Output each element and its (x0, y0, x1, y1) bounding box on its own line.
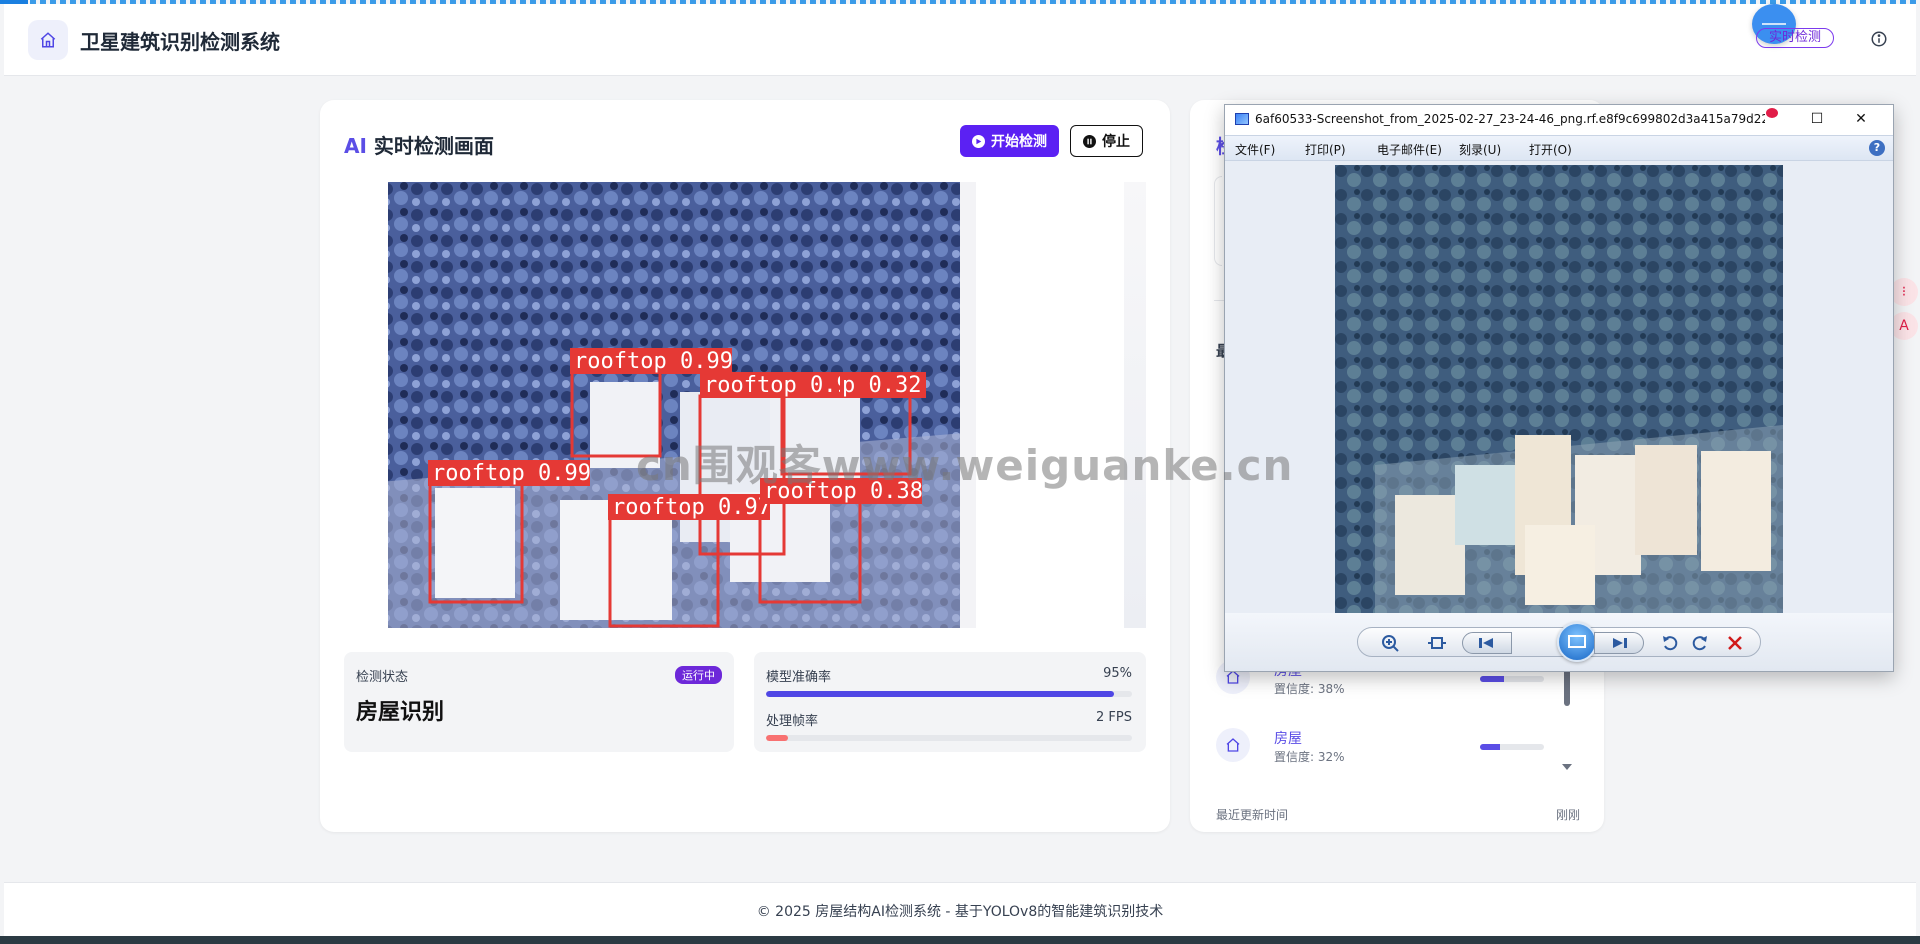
detection-confidence: 置信度: 32% (1274, 750, 1345, 764)
metric-fps: 处理帧率 2 FPS (766, 710, 1132, 741)
fps-bar-fill (766, 735, 788, 741)
bbox-label: rooftop 0.99 (432, 461, 591, 486)
accuracy-bar (766, 691, 1132, 697)
bbox-label: rooftop 0.97 (612, 495, 771, 520)
scroll-down-arrow-icon[interactable] (1562, 764, 1572, 770)
detection-confidence: 置信度: 38% (1274, 682, 1345, 696)
viewer-image (1335, 165, 1783, 613)
metric-value: 2 FPS (1096, 710, 1132, 725)
help-icon[interactable]: ? (1869, 140, 1885, 156)
pause-icon (1083, 134, 1096, 148)
bbox-label: rooftop 0.93 (704, 373, 863, 398)
status-badge: 运行中 (675, 666, 722, 684)
side-tool-icon[interactable]: ⁝ (1890, 278, 1918, 306)
menu-email[interactable]: 电子邮件(E) (1377, 141, 1442, 158)
start-detection-label: 开始检测 (991, 134, 1047, 150)
bbox-label: rooftop 0.99 (574, 349, 733, 374)
next-button[interactable] (1594, 632, 1644, 654)
home-icon (40, 32, 56, 48)
play-icon (972, 134, 985, 148)
last-updated-value: 刚刚 (1555, 808, 1580, 822)
menu-open[interactable]: 打开(O) (1529, 141, 1572, 158)
confidence-bar-fill (1480, 676, 1505, 682)
viewer-controls (1357, 622, 1761, 662)
status-label: 检测状态 (356, 670, 409, 685)
fps-bar (766, 735, 1132, 741)
metric-value: 95% (1103, 666, 1132, 681)
house-icon (1216, 728, 1250, 762)
side-tool-translate-icon[interactable]: A (1890, 312, 1918, 340)
accuracy-bar-fill (766, 691, 1114, 697)
stop-detection-button[interactable]: 停止 (1070, 125, 1143, 157)
metric-name: 处理帧率 (766, 714, 819, 729)
confidence-bar (1480, 744, 1544, 750)
menu-print[interactable]: 打印(P) (1305, 141, 1346, 158)
next-icon (1613, 638, 1627, 648)
menu-burn[interactable]: 刻录(U) (1459, 141, 1501, 158)
viewer-toolbar (1225, 613, 1893, 671)
menu-file[interactable]: 文件(F) (1235, 141, 1275, 158)
app-header: 卫星建筑识别检测系统 实时检测 (4, 4, 1916, 76)
detection-status-box: 检测状态 运行中 房屋识别 (344, 652, 734, 752)
last-updated-label: 最近更新时间 (1216, 808, 1289, 822)
results-summary-box (1214, 176, 1222, 266)
viewer-app-icon (1235, 113, 1249, 125)
watermark: cn围观客www.weiguanke.cn (636, 441, 1294, 490)
fit-icon[interactable] (1426, 633, 1448, 653)
live-panel-title: AI 实时检测画面 (344, 134, 494, 158)
viewer-title: 6af60533-Screenshot_from_2025-02-27_23-2… (1255, 112, 1765, 126)
maximize-button[interactable]: ☐ (1807, 111, 1827, 127)
prev-icon (1479, 638, 1493, 648)
slideshow-icon (1568, 635, 1586, 648)
taskbar-strip (0, 936, 1920, 944)
page-footer: © 2025 房屋结构AI检测系统 - 基于YOLOv8的智能建筑识别技术 (4, 882, 1916, 936)
viewer-canvas (1225, 161, 1893, 613)
metric-accuracy: 模型准确率 95% (766, 666, 1132, 697)
zoom-icon[interactable] (1380, 633, 1402, 653)
home-button[interactable] (28, 20, 68, 60)
footer-text: © 2025 房屋结构AI检测系统 - 基于YOLOv8的智能建筑识别技术 (756, 904, 1164, 920)
confidence-bar (1480, 676, 1544, 682)
close-button[interactable]: ✕ (1851, 111, 1871, 127)
video-edge (1124, 182, 1146, 628)
viewer-menubar: 文件(F) 打印(P) 电子邮件(E) 刻录(U) 打开(O) ? (1225, 135, 1893, 161)
video-feed: rooftop 0.99 rooftop 0.93 p 0.32 rooftop… (344, 178, 1146, 628)
stop-detection-label: 停止 (1102, 134, 1130, 150)
satellite-frame: rooftop 0.99 rooftop 0.93 p 0.32 rooftop… (380, 182, 976, 628)
notification-icon (1766, 108, 1778, 118)
confidence-bar-fill (1480, 744, 1501, 750)
image-viewer-window: 6af60533-Screenshot_from_2025-02-27_23-2… (1224, 104, 1894, 672)
rotate-right-icon[interactable] (1688, 633, 1710, 653)
delete-icon[interactable] (1724, 633, 1746, 653)
status-value: 房屋识别 (356, 700, 445, 725)
slideshow-button[interactable] (1557, 622, 1597, 662)
viewer-titlebar[interactable]: 6af60533-Screenshot_from_2025-02-27_23-2… (1225, 105, 1893, 135)
detection-name: 房屋 (1274, 731, 1302, 747)
rotate-left-icon[interactable] (1660, 633, 1682, 653)
app-title: 卫星建筑识别检测系统 (80, 30, 280, 54)
start-detection-button[interactable]: 开始检测 (960, 125, 1059, 157)
metrics-box: 模型准确率 95% 处理帧率 2 FPS (754, 652, 1146, 752)
metric-name: 模型准确率 (766, 670, 832, 685)
realtime-detect-pill[interactable]: 实时检测 (1756, 28, 1835, 48)
bbox-label: p 0.32 (842, 373, 921, 398)
previous-button[interactable] (1462, 632, 1512, 654)
list-item[interactable]: 房屋 置信度: 32% (1216, 724, 1546, 768)
info-icon[interactable] (1870, 30, 1888, 48)
